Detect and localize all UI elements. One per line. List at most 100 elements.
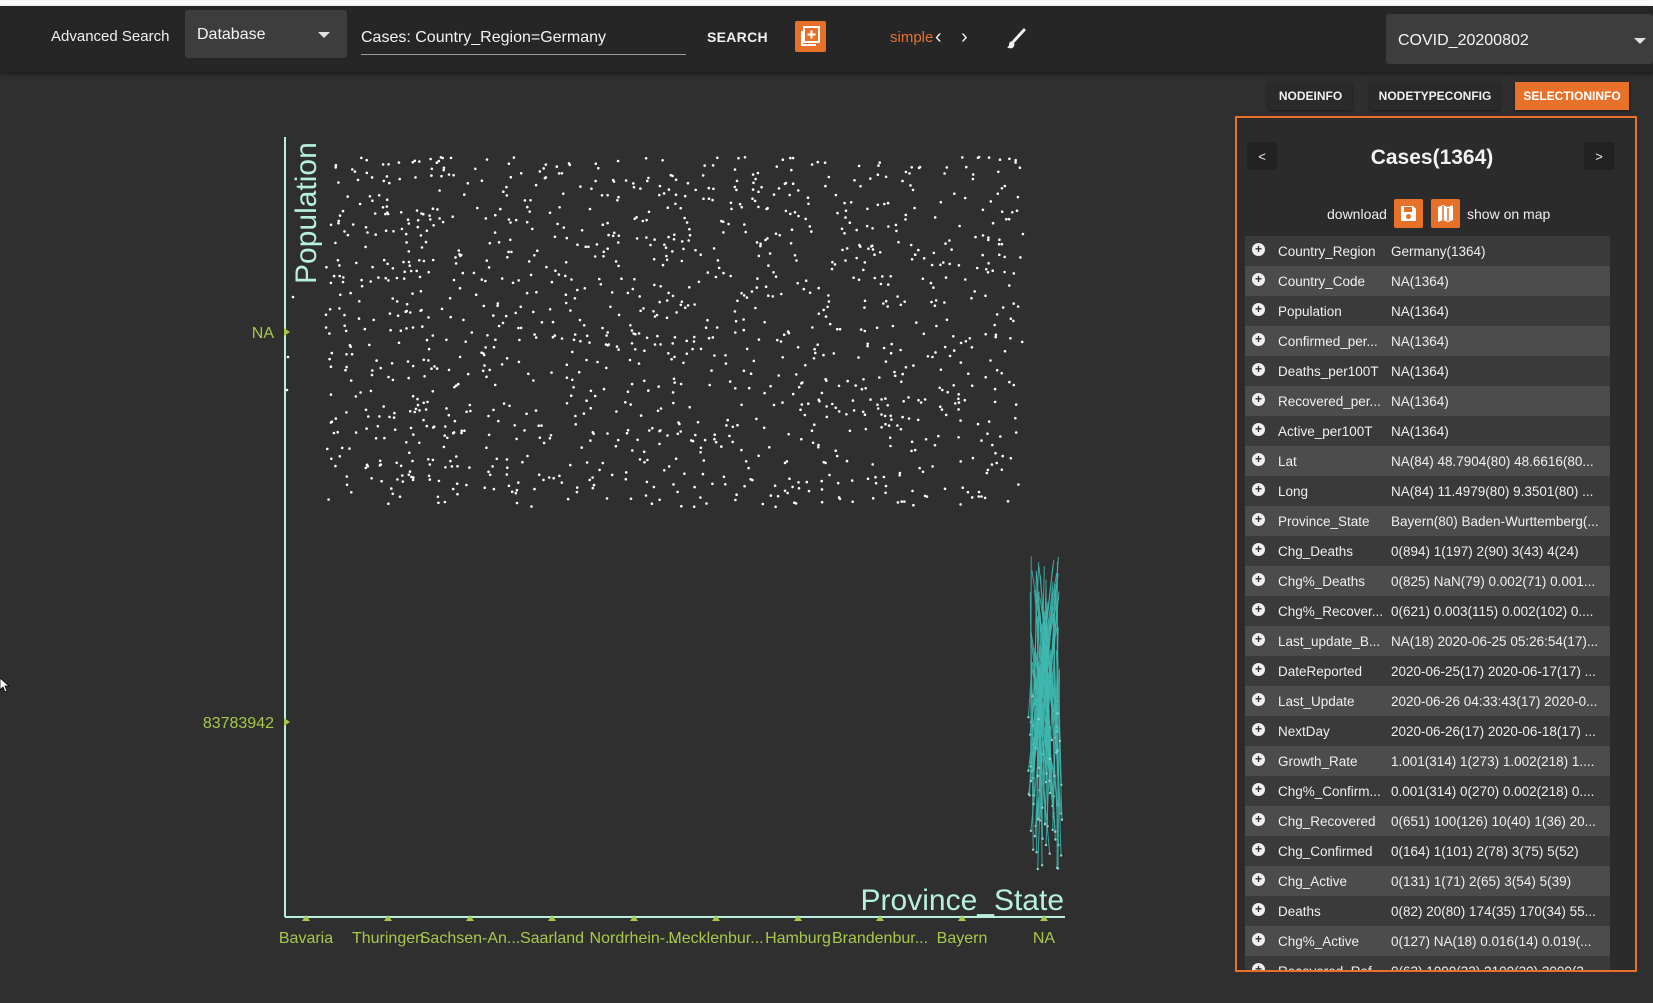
data-point (338, 274, 342, 278)
expand-plus-icon[interactable]: + (1252, 873, 1265, 886)
data-point (789, 212, 792, 216)
data-point (772, 271, 775, 274)
data-point (579, 339, 582, 343)
data-point (760, 185, 763, 189)
property-name: Deaths (1278, 904, 1321, 919)
mode-toggle[interactable]: simple (890, 29, 933, 46)
data-point (776, 494, 780, 498)
data-point (789, 242, 793, 245)
expand-plus-icon[interactable]: + (1252, 843, 1265, 856)
data-point (666, 434, 669, 437)
expand-plus-icon[interactable]: + (1252, 753, 1265, 766)
data-point (680, 504, 683, 508)
data-point (861, 410, 865, 414)
chevron-right-icon[interactable]: › (961, 27, 968, 47)
add-query-button[interactable] (795, 21, 826, 52)
data-point (717, 266, 721, 270)
data-point (368, 343, 371, 347)
expand-plus-icon[interactable]: + (1252, 273, 1265, 286)
expand-plus-icon[interactable]: + (1252, 783, 1265, 796)
tab-nodeinfo[interactable]: NODEINFO (1269, 82, 1352, 110)
data-point (713, 354, 716, 357)
data-point (526, 454, 529, 458)
expand-plus-icon[interactable]: + (1252, 933, 1265, 946)
data-point (802, 287, 806, 291)
expand-plus-icon[interactable]: + (1252, 573, 1265, 586)
data-point (441, 220, 445, 224)
expand-plus-icon[interactable]: + (1252, 603, 1265, 616)
data-point (505, 458, 509, 461)
dataset-select[interactable]: COVID_20200802 (1386, 14, 1653, 64)
expand-plus-icon[interactable]: + (1252, 813, 1265, 826)
expand-plus-icon[interactable]: + (1252, 453, 1265, 466)
expand-plus-icon[interactable]: + (1252, 363, 1265, 376)
data-point (672, 401, 675, 405)
data-point (458, 286, 462, 290)
data-point (1009, 456, 1013, 460)
property-row: + Chg%_Confirm... 0.001(314) 0(270) 0.002(… (1245, 776, 1610, 806)
data-point (896, 295, 899, 298)
next-button[interactable]: > (1584, 142, 1614, 170)
data-point (884, 484, 888, 488)
brush-icon[interactable] (1005, 28, 1027, 50)
tab-selectioninfo[interactable]: SELECTIONINFO (1515, 82, 1629, 110)
data-point (515, 488, 519, 492)
data-point (617, 313, 621, 317)
search-button[interactable]: SEARCH (707, 29, 768, 45)
data-point (492, 487, 496, 491)
data-point (593, 255, 597, 258)
data-point (526, 205, 529, 209)
expand-plus-icon[interactable]: + (1252, 513, 1265, 526)
download-button[interactable] (1394, 199, 1423, 228)
show-on-map-button[interactable] (1431, 199, 1460, 228)
expand-plus-icon[interactable]: + (1252, 483, 1265, 496)
database-select[interactable]: Database (185, 10, 347, 58)
data-point (895, 229, 898, 233)
expand-plus-icon[interactable]: + (1252, 243, 1265, 256)
property-value: Bayern(80) Baden-Wurttemberg(... (1391, 514, 1599, 529)
tab-nodetypeconfig[interactable]: NODETYPECONFIG (1370, 82, 1500, 110)
data-point (422, 259, 426, 263)
scatter-chart[interactable]: Population Province_State NA 83783942 Bav… (0, 72, 1230, 1003)
data-point (587, 245, 590, 249)
data-point (391, 378, 395, 382)
data-point (705, 502, 708, 505)
data-point (451, 487, 455, 491)
data-point (674, 457, 678, 461)
data-point (455, 384, 458, 387)
data-point (397, 341, 401, 345)
data-point (929, 281, 933, 285)
search-input[interactable] (361, 22, 686, 55)
data-point (863, 306, 866, 309)
expand-plus-icon[interactable]: + (1252, 423, 1265, 436)
chevron-left-icon[interactable]: ‹ (935, 27, 942, 47)
panel-header: < Cases(1364) > (1247, 140, 1617, 184)
data-point (507, 250, 510, 254)
expand-plus-icon[interactable]: + (1252, 963, 1265, 970)
expand-plus-icon[interactable]: + (1252, 723, 1265, 736)
data-point (665, 254, 668, 258)
data-point (871, 244, 874, 247)
data-point (615, 410, 618, 413)
data-point (364, 226, 368, 229)
data-point (607, 233, 610, 237)
expand-plus-icon[interactable]: + (1252, 333, 1265, 346)
expand-plus-icon[interactable]: + (1252, 693, 1265, 706)
expand-plus-icon[interactable]: + (1252, 543, 1265, 556)
data-point (863, 261, 867, 264)
data-point (540, 321, 544, 324)
data-point (445, 338, 448, 342)
advanced-search-link[interactable]: Advanced Search (51, 28, 169, 45)
data-point (959, 341, 963, 345)
expand-plus-icon[interactable]: + (1252, 303, 1265, 316)
expand-plus-icon[interactable]: + (1252, 903, 1265, 916)
data-point (683, 194, 687, 198)
data-point (796, 281, 799, 285)
data-point (599, 283, 603, 286)
data-point (887, 424, 891, 427)
expand-plus-icon[interactable]: + (1252, 663, 1265, 676)
expand-plus-icon[interactable]: + (1252, 633, 1265, 646)
data-point (343, 230, 346, 233)
data-point (528, 210, 531, 213)
expand-plus-icon[interactable]: + (1252, 393, 1265, 406)
